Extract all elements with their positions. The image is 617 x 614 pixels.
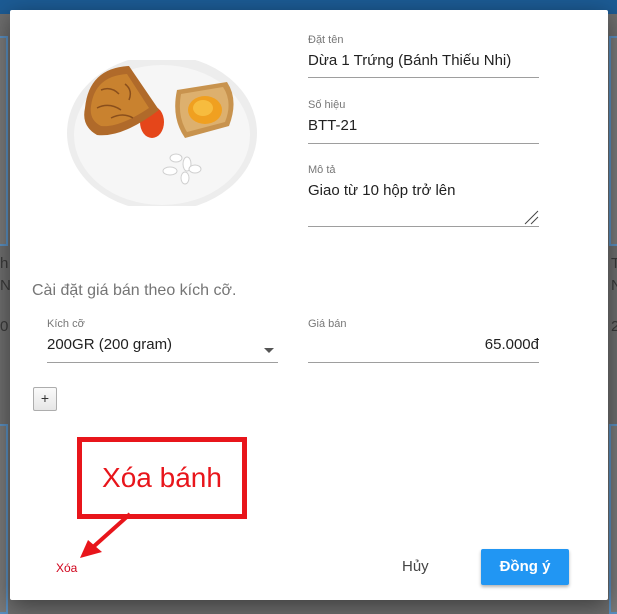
pricing-section-title: Cài đặt giá bán theo kích cỡ. <box>32 282 237 299</box>
size-select[interactable]: Kích cỡ 200GR (200 gram) <box>47 318 278 363</box>
background-text: T <box>611 255 617 272</box>
name-field[interactable]: Đặt tên Dừa 1 Trứng (Bánh Thiếu Nhi) <box>308 34 539 78</box>
price-field[interactable]: Giá bán 65.000đ <box>308 318 539 363</box>
code-field[interactable]: Số hiệu BTT-21 <box>308 99 539 144</box>
name-underline <box>308 77 539 78</box>
size-value: 200GR (200 gram) <box>47 336 173 353</box>
description-textarea[interactable]: Giao từ 10 hộp trở lên <box>308 182 539 199</box>
code-underline <box>308 143 539 144</box>
background-card-right <box>609 36 617 246</box>
code-label: Số hiệu <box>308 99 346 111</box>
description-underline <box>308 226 539 227</box>
code-input[interactable]: BTT-21 <box>308 117 539 134</box>
description-field[interactable]: Mô tả Giao từ 10 hộp trở lên <box>308 164 539 227</box>
background-text: 0 <box>0 318 9 335</box>
size-underline <box>47 362 278 363</box>
mooncake-photo <box>67 60 257 206</box>
edit-product-dialog: Đặt tên Dừa 1 Trứng (Bánh Thiếu Nhi) Số … <box>10 10 608 600</box>
price-label: Giá bán <box>308 318 347 330</box>
background-card-left <box>0 36 8 246</box>
product-image[interactable] <box>67 60 257 206</box>
annotation-arrow-icon <box>80 512 132 558</box>
confirm-button[interactable]: Đồng ý <box>481 549 569 585</box>
price-underline <box>308 362 539 363</box>
chevron-down-icon[interactable] <box>264 348 274 353</box>
background-text: 2 <box>611 318 617 335</box>
delete-button[interactable]: Xóa <box>56 561 77 575</box>
background-card-right-2 <box>609 424 617 614</box>
add-size-button[interactable]: + <box>33 387 57 411</box>
resize-handle-icon[interactable] <box>523 209 539 225</box>
annotation-text: Xóa bánh <box>102 462 222 493</box>
background-card-left-2 <box>0 424 8 614</box>
size-label: Kích cỡ <box>47 318 85 330</box>
cancel-button[interactable]: Hủy <box>402 558 429 575</box>
background-text: N <box>611 277 617 294</box>
description-label: Mô tả <box>308 164 336 176</box>
annotation-callout: Xóa bánh <box>77 437 247 519</box>
name-input[interactable]: Dừa 1 Trứng (Bánh Thiếu Nhi) <box>308 52 539 69</box>
name-label: Đặt tên <box>308 34 344 46</box>
price-input[interactable]: 65.000đ <box>308 336 539 353</box>
background-text: h <box>0 255 9 272</box>
